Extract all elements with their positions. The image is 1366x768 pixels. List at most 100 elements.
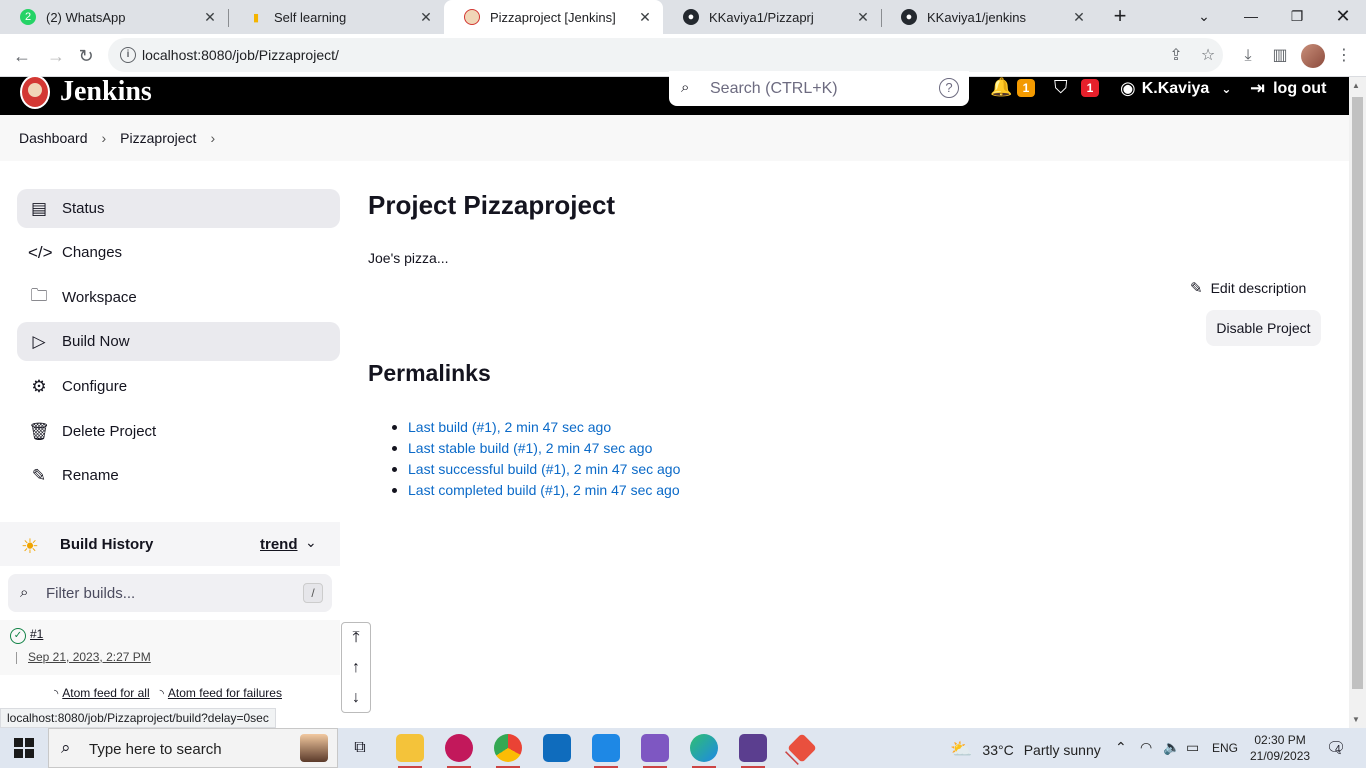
vscode-icon[interactable]	[592, 734, 620, 768]
notifications-badge[interactable]: 1	[1017, 79, 1035, 97]
scrollbar-thumb[interactable]	[1352, 97, 1363, 689]
weather-widget[interactable]: ⛅ 33°C Partly sunny	[950, 739, 1101, 760]
feed-failures-link[interactable]: ◝ Atom feed for failures	[160, 686, 282, 700]
forward-button[interactable]: →	[42, 42, 70, 70]
breadcrumb-dashboard[interactable]: Dashboard	[19, 130, 88, 146]
search-highlight-icon[interactable]	[300, 734, 328, 762]
bookmark-star-icon[interactable]: ☆	[1196, 44, 1220, 68]
taskbar-clock[interactable]: 02:30 PM 21/09/2023	[1250, 732, 1310, 764]
side-panel-icon[interactable]: ▥	[1268, 44, 1292, 68]
windows-start-icon[interactable]	[14, 738, 34, 758]
wps-office-icon[interactable]	[445, 734, 473, 768]
trend-link[interactable]: trend	[260, 536, 298, 553]
tab-whatsapp[interactable]: 2 (2) WhatsApp ✕	[0, 0, 228, 34]
share-icon[interactable]: ⇪	[1164, 44, 1188, 68]
volume-icon[interactable]: 🔈	[1163, 739, 1180, 756]
visual-studio-icon[interactable]	[641, 734, 669, 768]
download-icon[interactable]: ⤓	[1236, 44, 1260, 68]
permalink-last-completed-build[interactable]: Last completed build (#1), 2 min 47 sec …	[392, 480, 680, 501]
taskbar-search[interactable]: ⌕ Type here to search	[48, 728, 338, 768]
profile-avatar[interactable]	[1301, 44, 1325, 68]
bell-icon[interactable]: 🔔	[990, 77, 1012, 98]
tab-title: KKaviya1/jenkins	[927, 9, 1026, 25]
address-bar[interactable]: i localhost:8080/job/Pizzaproject/	[108, 38, 1223, 72]
disable-project-button[interactable]: Disable Project	[1206, 310, 1321, 346]
git-icon[interactable]	[787, 733, 817, 763]
edit-description-link[interactable]: ✎ Edit description	[1190, 279, 1306, 297]
scroll-top-icon[interactable]: ⤒	[342, 623, 370, 653]
breadcrumb: Dashboard › Pizzaproject ›	[0, 115, 1349, 161]
search-input[interactable]: Search (CTRL+K)	[710, 80, 838, 98]
browser-menu-icon[interactable]: ⋮	[1332, 44, 1356, 68]
build-history-header: ☀ Build History trend ⌄	[0, 522, 340, 566]
page-title: Project Pizzaproject	[368, 190, 616, 220]
scroll-down-icon[interactable]: ↓	[342, 683, 370, 713]
minimize-button[interactable]: —	[1228, 0, 1274, 32]
file-explorer-icon[interactable]	[396, 734, 424, 768]
breadcrumb-pizzaproject[interactable]: Pizzaproject	[120, 130, 196, 146]
tab-self-learning[interactable]: ▮ Self learning ✕	[228, 0, 444, 34]
sidebar-item-delete-project[interactable]: 🗑 Delete Project	[17, 412, 340, 451]
user-name: K.Kaviya	[1141, 79, 1210, 97]
scroll-down-arrow-icon[interactable]: ▼	[1352, 715, 1360, 724]
terminal-icon[interactable]	[739, 734, 767, 768]
chevron-right-icon[interactable]: ›	[210, 130, 215, 146]
search-box[interactable]: ⌕ Search (CTRL+K) ?	[669, 71, 969, 106]
site-info-icon[interactable]: i	[120, 47, 136, 63]
build-history-title: Build History	[60, 536, 154, 553]
scroll-up-icon[interactable]: ↑	[342, 653, 370, 683]
restore-button[interactable]: ❐	[1274, 0, 1320, 32]
permalink-last-successful-build[interactable]: Last successful build (#1), 2 min 47 sec…	[392, 459, 680, 480]
language-indicator[interactable]: ENG	[1212, 741, 1238, 755]
page-scrollbar[interactable]: ▲ ▼	[1349, 77, 1366, 728]
chrome-icon[interactable]	[494, 734, 522, 768]
sidebar-item-configure[interactable]: ⚙ Configure	[17, 367, 340, 406]
notification-center-icon[interactable]: 🗨 4	[1326, 738, 1346, 758]
sidebar-item-rename[interactable]: ✎ Rename	[17, 456, 340, 495]
build-date-link[interactable]: Sep 21, 2023, 2:27 PM	[28, 650, 151, 664]
task-view-icon[interactable]: ⧉	[346, 734, 374, 762]
chevron-up-icon[interactable]: ⌃	[1115, 739, 1127, 756]
search-icon: ⌕	[61, 738, 71, 757]
security-badge[interactable]: 1	[1081, 79, 1099, 97]
url-text[interactable]: localhost:8080/job/Pizzaproject/	[142, 47, 339, 63]
shield-icon[interactable]: ⛉	[1054, 77, 1068, 98]
close-icon[interactable]: ✕	[418, 9, 434, 26]
jenkins-brand[interactable]: Jenkins	[60, 76, 152, 108]
tab-jenkins[interactable]: Pizzaproject [Jenkins] ✕	[444, 0, 663, 34]
network-icon[interactable]: ◠	[1140, 739, 1152, 756]
reload-button[interactable]: ↻	[72, 42, 100, 70]
back-button[interactable]: ←	[8, 42, 36, 70]
help-icon[interactable]: ?	[939, 78, 959, 98]
new-tab-button[interactable]: +	[1108, 5, 1132, 29]
sidebar-item-changes[interactable]: </> Changes	[17, 233, 340, 272]
filter-builds-input[interactable]: ⌕ Filter builds... /	[8, 574, 332, 612]
close-window-button[interactable]: ✕	[1320, 0, 1366, 32]
sidebar-item-workspace[interactable]: 🗀 Workspace	[17, 278, 340, 317]
tab-search-chevron-icon[interactable]: ⌄	[1181, 0, 1227, 32]
close-icon[interactable]: ✕	[1071, 9, 1087, 26]
sidebar-item-build-now[interactable]: ▷ Build Now	[17, 322, 340, 361]
sidebar-item-status[interactable]: ▤ Status	[17, 189, 340, 228]
permalink-last-stable-build[interactable]: Last stable build (#1), 2 min 47 sec ago	[392, 438, 680, 459]
outlook-icon[interactable]	[543, 734, 571, 762]
github-icon: ●	[683, 9, 699, 25]
logout-link[interactable]: ⇥ log out	[1250, 78, 1326, 99]
battery-icon[interactable]: ▭	[1186, 739, 1199, 756]
rss-icon: ◝	[54, 688, 59, 700]
close-icon[interactable]: ✕	[637, 9, 653, 26]
permalink-last-build[interactable]: Last build (#1), 2 min 47 sec ago	[392, 417, 680, 438]
jenkins-logo-icon[interactable]	[20, 75, 50, 109]
scroll-up-arrow-icon[interactable]: ▲	[1352, 81, 1360, 90]
close-icon[interactable]: ✕	[202, 9, 218, 26]
user-menu[interactable]: ◉ K.Kaviya ⌄	[1120, 78, 1231, 99]
edge-icon[interactable]	[690, 734, 718, 768]
build-number-link[interactable]: #1	[30, 627, 43, 641]
permalinks-heading: Permalinks	[368, 360, 491, 386]
tab-github-pizzaprj[interactable]: ● KKaviya1/Pizzaprj ✕	[663, 0, 881, 34]
chevron-down-icon[interactable]: ⌄	[305, 534, 317, 551]
feed-all-link[interactable]: ◝ Atom feed for all	[54, 686, 150, 700]
whatsapp-icon: 2	[20, 9, 36, 25]
tab-github-jenkins[interactable]: ● KKaviya1/jenkins ✕	[881, 0, 1097, 34]
close-icon[interactable]: ✕	[855, 9, 871, 26]
